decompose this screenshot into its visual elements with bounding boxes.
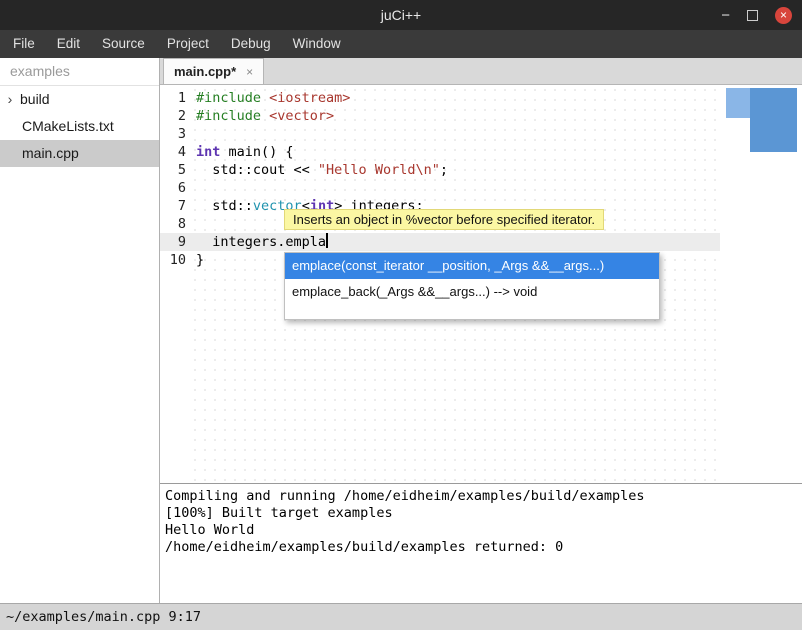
line-number: 4	[160, 143, 186, 161]
code-area[interactable]: #include <iostream> #include <vector> in…	[196, 89, 448, 269]
line-number: 8	[160, 215, 186, 233]
line-number: 3	[160, 125, 186, 143]
window-title: juCi++	[381, 7, 421, 23]
source-editor[interactable]: 1 2 3 4 5 6 7 8 9 10 #include <iostream>…	[160, 85, 802, 483]
tab-label: main.cpp*	[174, 64, 236, 79]
menu-item-project[interactable]: Project	[156, 30, 220, 58]
completion-item-emplace[interactable]: emplace(const_iterator __position, _Args…	[285, 253, 659, 279]
close-icon[interactable]: ×	[246, 65, 253, 79]
line-number: 7	[160, 197, 186, 215]
minimize-button[interactable]: −	[721, 8, 730, 23]
chevron-right-icon[interactable]: ›	[0, 86, 20, 113]
project-name-label: examples	[0, 58, 159, 86]
file-path-and-cursor-position: ~/examples/main.cpp 9:17	[6, 609, 201, 625]
menu-item-window[interactable]: Window	[282, 30, 352, 58]
output-line: [100%] Built target examples	[165, 505, 797, 522]
tree-item-label: main.cpp	[22, 140, 79, 167]
line-number: 6	[160, 179, 186, 197]
code-line[interactable]: std::cout << "Hello World\n";	[196, 161, 448, 179]
menu-item-edit[interactable]: Edit	[46, 30, 91, 58]
close-button[interactable]: ×	[775, 7, 792, 24]
menu-item-source[interactable]: Source	[91, 30, 156, 58]
window-controls: − ×	[721, 0, 792, 30]
output-line: Hello World	[165, 522, 797, 539]
title-bar: juCi++ − ×	[0, 0, 802, 30]
build-output-panel[interactable]: Compiling and running /home/eidheim/exam…	[160, 483, 802, 603]
output-line: Compiling and running /home/eidheim/exam…	[165, 488, 797, 505]
code-line[interactable]: #include <vector>	[196, 107, 448, 125]
tab-bar: main.cpp* ×	[160, 58, 802, 85]
restore-icon[interactable]	[747, 10, 758, 21]
line-number: 2	[160, 107, 186, 125]
line-number: 9	[160, 233, 186, 251]
line-number: 5	[160, 161, 186, 179]
code-line[interactable]: int main() {	[196, 143, 448, 161]
tree-item-label: build	[20, 86, 50, 113]
file-tree-panel: examples › build CMakeLists.txt main.cpp	[0, 58, 160, 603]
tree-item-build[interactable]: › build	[0, 86, 159, 113]
code-line-current[interactable]: integers.empla	[196, 233, 448, 251]
tab-main-cpp[interactable]: main.cpp* ×	[163, 58, 264, 84]
tree-item-label: CMakeLists.txt	[22, 113, 114, 140]
scrollbar-thumb[interactable]	[750, 88, 797, 152]
app-window: juCi++ − × File Edit Source Project Debu…	[0, 0, 802, 630]
completion-item-emplace-back[interactable]: emplace_back(_Args &&__args...) --> void	[285, 279, 659, 305]
menu-item-file[interactable]: File	[2, 30, 46, 58]
menu-bar: File Edit Source Project Debug Window	[0, 30, 802, 58]
menu-item-debug[interactable]: Debug	[220, 30, 282, 58]
line-number-gutter: 1 2 3 4 5 6 7 8 9 10	[160, 89, 186, 269]
main-area: examples › build CMakeLists.txt main.cpp…	[0, 58, 802, 603]
tree-item-main-cpp[interactable]: main.cpp	[0, 140, 159, 167]
editor-column: main.cpp* × 1 2 3 4 5 6 7 8 9 1	[160, 58, 802, 603]
code-line[interactable]: #include <iostream>	[196, 89, 448, 107]
status-bar: ~/examples/main.cpp 9:17	[0, 603, 802, 630]
doc-tooltip: Inserts an object in %vector before spec…	[284, 209, 604, 230]
code-line[interactable]	[196, 125, 448, 143]
line-number: 10	[160, 251, 186, 269]
tree-item-cmakelists[interactable]: CMakeLists.txt	[0, 113, 159, 140]
line-number: 1	[160, 89, 186, 107]
output-line: /home/eidheim/examples/build/examples re…	[165, 539, 797, 556]
code-line[interactable]	[196, 179, 448, 197]
autocomplete-popup: emplace(const_iterator __position, _Args…	[284, 252, 660, 320]
text-cursor	[326, 233, 328, 248]
